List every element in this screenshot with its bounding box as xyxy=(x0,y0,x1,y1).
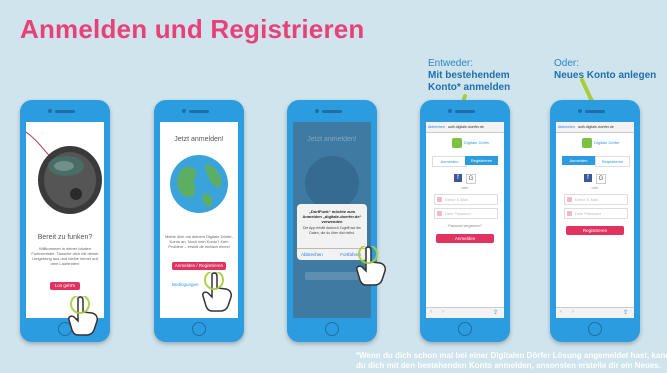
facebook-icon[interactable]: f xyxy=(454,174,462,182)
email-field[interactable]: Deine E-Mail xyxy=(434,194,498,205)
globe-icon xyxy=(170,155,228,213)
speaker-icon xyxy=(55,110,75,113)
speaker-device-icon xyxy=(26,131,102,214)
screen-permission-dialog: Jetzt anmelden! „DorfFunk“ möchte zum An… xyxy=(293,122,371,318)
tab-register[interactable]: Registrieren xyxy=(595,156,630,167)
callout-new-line1: Oder: xyxy=(554,58,580,69)
dimmed-heading: Jetzt anmelden! xyxy=(307,136,357,143)
or-separator: oder xyxy=(461,186,469,190)
camera-icon xyxy=(182,109,186,113)
share-icon[interactable]: ⇪ xyxy=(623,309,628,316)
email-icon xyxy=(437,197,442,202)
forward-icon[interactable]: › xyxy=(442,309,444,315)
tap-hand-icon xyxy=(68,296,98,336)
facebook-icon[interactable]: f xyxy=(584,174,592,182)
home-button[interactable] xyxy=(588,322,602,336)
home-button[interactable] xyxy=(192,322,206,336)
camera-icon xyxy=(578,109,582,113)
phone-permission-dialog: Jetzt anmelden! „DorfFunk“ möchte zum An… xyxy=(287,100,377,342)
screen-register-form: Abbrechen auth.digitale-doerfer.de Digit… xyxy=(556,122,634,318)
login-register-button[interactable]: Anmelden / Registrieren xyxy=(172,262,226,270)
lock-icon xyxy=(437,211,442,216)
slide-title: Anmelden und Registrieren xyxy=(20,14,365,44)
google-icon[interactable]: G xyxy=(466,174,476,184)
brand-logo-icon xyxy=(452,138,462,148)
tab-login[interactable]: Anmelden xyxy=(432,156,467,167)
phone-login-form: Abbrechen auth.digitale-doerfer.de Digit… xyxy=(420,100,510,342)
browser-bar: Abbrechen auth.digitale-doerfer.de xyxy=(426,122,504,133)
tab-login[interactable]: Anmelden xyxy=(562,156,595,165)
speaker-icon xyxy=(322,110,342,113)
speaker-icon xyxy=(189,110,209,113)
email-field[interactable]: Deine E-Mail xyxy=(564,194,628,205)
terms-link[interactable]: Bedingungen xyxy=(172,282,199,287)
browser-cancel-button[interactable]: Abbrechen xyxy=(558,125,575,129)
brand-name: Digitale Dörfer xyxy=(594,140,620,145)
browser-toolbar: ‹ › ⇪ xyxy=(556,307,634,318)
browser-url: auth.digitale-doerfer.de xyxy=(448,125,484,129)
speaker-icon xyxy=(585,110,605,113)
browser-cancel-button[interactable]: Abbrechen xyxy=(428,125,445,129)
footnote-line1: *Wenn du dich schon mal bei einer Digita… xyxy=(356,351,667,360)
welcome-body: Willkommen in deiner lokalen Funkzentral… xyxy=(31,246,99,266)
callout-existing-account: Entweder: Mit bestehendem Konto* anmelde… xyxy=(428,58,510,94)
login-prompt-heading: Jetzt anmelden! xyxy=(174,136,224,143)
register-submit-button[interactable]: Registrieren xyxy=(566,226,624,235)
camera-icon xyxy=(48,109,52,113)
tap-hand-icon xyxy=(356,246,386,286)
back-icon[interactable]: ‹ xyxy=(430,309,432,315)
forgot-password-link[interactable]: Passwort vergessen? xyxy=(426,224,504,228)
dialog-body: Die App erhält dadurch Zugriff auf die D… xyxy=(303,226,361,235)
callout-existing-line1: Entweder: xyxy=(428,58,474,69)
dialog-cancel-button[interactable]: Abbrechen xyxy=(301,252,323,257)
slide: Anmelden und Registrieren Entweder: Mit … xyxy=(0,0,667,373)
home-button[interactable] xyxy=(325,322,339,336)
dimmed-button xyxy=(305,272,359,280)
callout-existing-line2: Mit bestehendem xyxy=(428,70,510,81)
camera-icon xyxy=(315,109,319,113)
footnote: *Wenn du dich schon mal bei einer Digita… xyxy=(356,351,667,371)
browser-toolbar: ‹ › ⇪ xyxy=(426,307,504,318)
lock-icon xyxy=(567,211,572,216)
screen-login-form: Abbrechen auth.digitale-doerfer.de Digit… xyxy=(426,122,504,318)
camera-icon xyxy=(448,109,452,113)
start-button[interactable]: Los geht's xyxy=(50,282,80,290)
share-icon[interactable]: ⇪ xyxy=(493,309,498,316)
or-separator: oder xyxy=(591,186,599,190)
screen-welcome: Bereit zu funken? Willkommen in deiner l… xyxy=(26,122,104,318)
tap-hand-icon xyxy=(202,272,232,312)
phone-register-form: Abbrechen auth.digitale-doerfer.de Digit… xyxy=(550,100,640,342)
brand-logo-icon xyxy=(582,138,592,148)
login-prompt-body: Melde dich mit deinem Digitale Dörfer-Ko… xyxy=(164,234,234,249)
welcome-heading: Bereit zu funken? xyxy=(37,234,93,241)
speaker-icon xyxy=(455,110,475,113)
forward-icon[interactable]: › xyxy=(572,309,574,315)
email-icon xyxy=(567,197,572,202)
browser-bar: Abbrechen auth.digitale-doerfer.de xyxy=(556,122,634,133)
browser-url: auth.digitale-doerfer.de xyxy=(578,125,614,129)
dialog-title: „DorfFunk“ möchte zum Anmelden „digitale… xyxy=(302,209,362,224)
dimmed-globe-icon xyxy=(305,156,359,210)
home-button[interactable] xyxy=(458,322,472,336)
login-submit-button[interactable]: Anmelden xyxy=(436,234,494,243)
footnote-line2: du dich mit den bestehenden Konto anmeld… xyxy=(356,361,661,370)
google-icon[interactable]: G xyxy=(596,174,606,184)
password-field[interactable]: Dein Passwort xyxy=(434,208,498,219)
password-field[interactable]: Dein Passwort xyxy=(564,208,628,219)
tab-register[interactable]: Registrieren xyxy=(465,156,498,165)
brand-name: Digitale Dörfer xyxy=(464,140,490,145)
back-icon[interactable]: ‹ xyxy=(560,309,562,315)
